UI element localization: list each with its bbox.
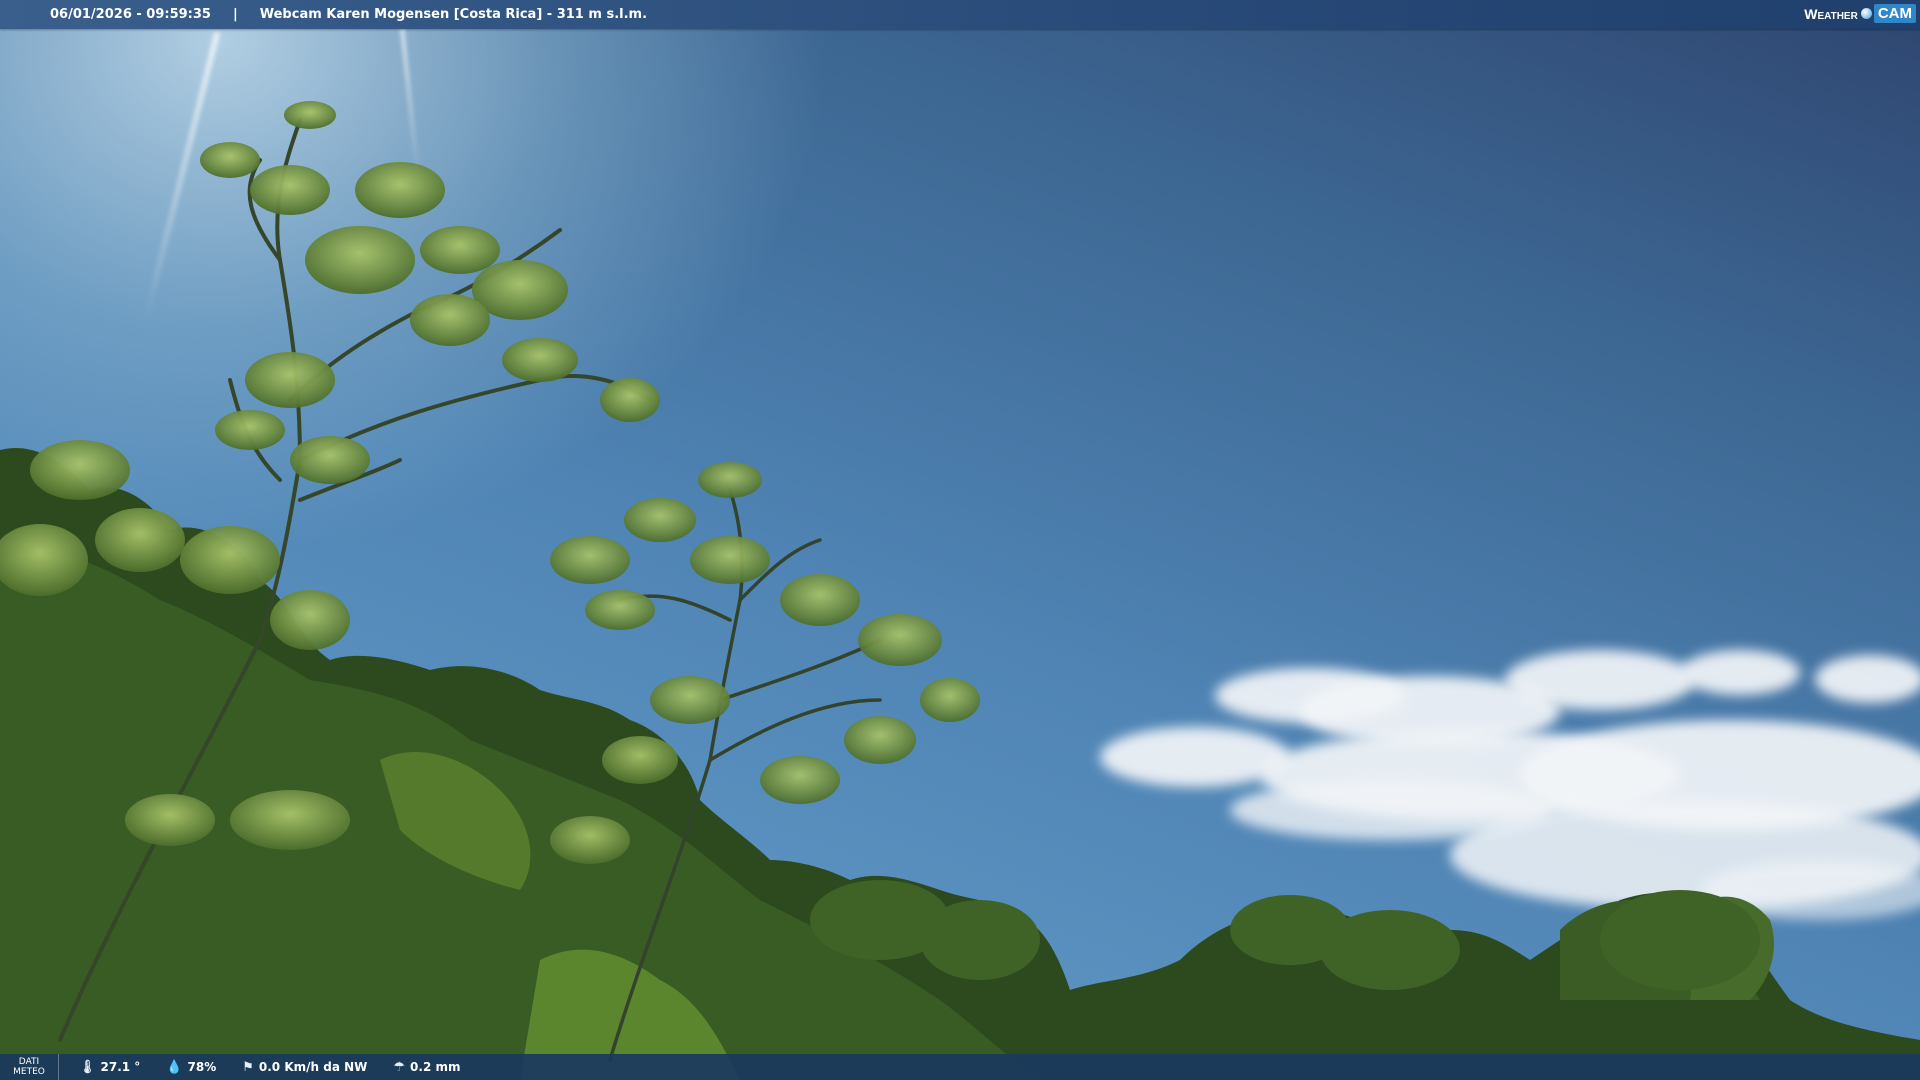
humidity-value: 78% [187,1060,217,1074]
rain-value: 0.2 mm [410,1060,461,1074]
weathercam-logo[interactable]: Weather CAM [1804,4,1916,23]
webcam-frame: 06/01/2026 - 09:59:35 | Webcam Karen Mog… [0,0,1920,1080]
meteo-label: DATI METEO [0,1054,59,1080]
temperature-value: 27.1 ° [100,1060,141,1074]
drop-icon: 💧 [166,1059,183,1075]
umbrella-icon: ☂ [393,1059,406,1075]
meteo-label-line1: DATI [18,1057,40,1067]
webcam-header-bar: 06/01/2026 - 09:59:35 | Webcam Karen Mog… [0,0,1920,29]
wind-value: 0.0 Km/h da NW [258,1060,368,1074]
meteo-label-line2: METEO [13,1067,45,1077]
windsock-icon: ⚑ [242,1059,254,1075]
thermometer-icon: 🌡 [79,1059,96,1075]
location-title: Webcam Karen Mogensen [Costa Rica] - 311… [259,7,648,22]
forest-canopy [0,101,1920,1080]
logo-dot-icon [1860,8,1872,19]
header-separator: | [232,7,238,22]
logo-cam-text: CAM [1873,4,1916,23]
humidity-readout: 💧 78% [166,1060,216,1075]
logo-weather-text: Weather [1804,5,1858,22]
meteo-data-bar: DATI METEO 🌡 27.1 ° 💧 78% ⚑ 0.0 Km/h da … [0,1054,1920,1080]
wind-readout: ⚑ 0.0 Km/h da NW [242,1060,367,1075]
temperature-readout: 🌡 27.1 ° [79,1060,140,1075]
timestamp: 06/01/2026 - 09:59:35 [50,7,211,22]
rain-readout: ☂ 0.2 mm [393,1060,460,1075]
